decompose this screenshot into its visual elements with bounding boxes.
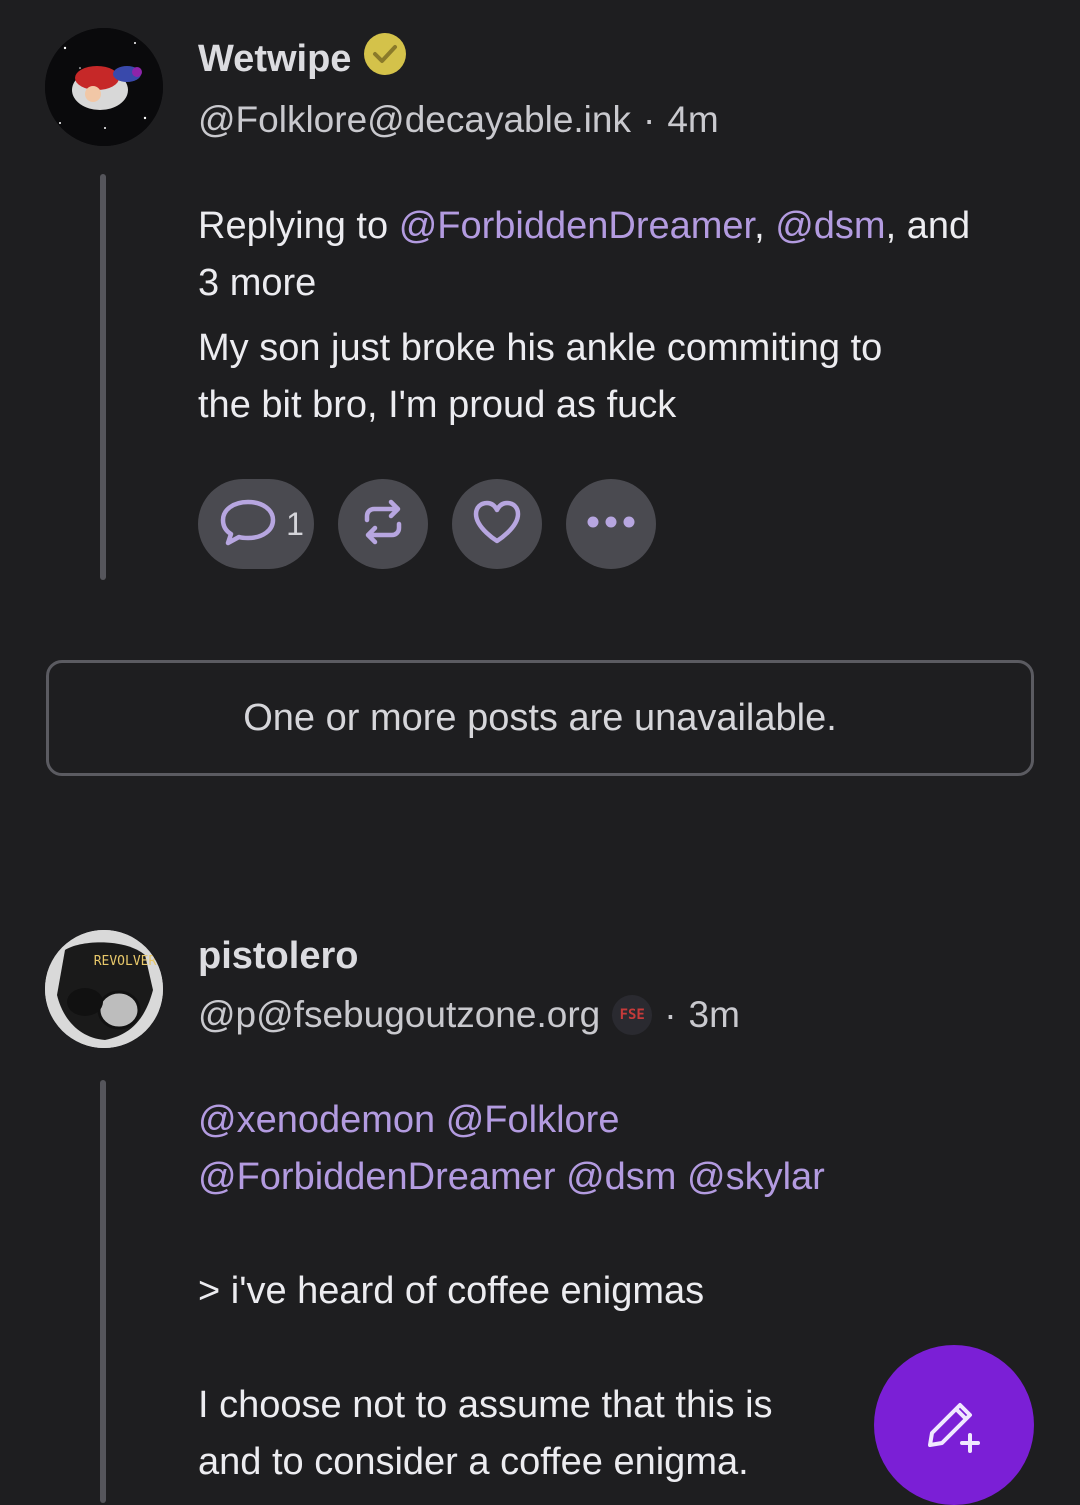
compose-button[interactable] bbox=[874, 1345, 1034, 1505]
quote-line: > i've heard of coffee enigmas bbox=[198, 1270, 705, 1312]
display-name[interactable]: Wetwipe bbox=[198, 38, 351, 81]
mention-link[interactable]: @skylar bbox=[687, 1156, 825, 1198]
display-name-row: Wetwipe bbox=[198, 32, 407, 86]
reply-count: 1 bbox=[286, 505, 304, 542]
reply-context: Replying to @ForbiddenDreamer, @dsm, and… bbox=[198, 198, 1048, 312]
post-text-line: I choose not to assume that this is bbox=[198, 1384, 773, 1426]
mention-link[interactable]: @xenodemon bbox=[198, 1099, 435, 1141]
comma: , bbox=[754, 205, 765, 247]
instance-badge-icon: FSE bbox=[612, 995, 653, 1035]
avatar-image bbox=[45, 28, 163, 146]
replying-prefix: Replying to bbox=[198, 205, 389, 247]
like-button[interactable] bbox=[452, 479, 542, 569]
user-handle[interactable]: @Folklore@decayable.ink bbox=[198, 99, 631, 141]
repost-icon bbox=[359, 498, 407, 551]
ellipsis-icon bbox=[586, 515, 636, 534]
post-wetwipe[interactable]: Wetwipe @Folklore@decayable.ink · 4m Rep… bbox=[0, 0, 1080, 600]
avatar-pistolero[interactable]: REVOLVER bbox=[45, 930, 163, 1048]
post-text-line: My son just broke his ankle commiting to bbox=[198, 327, 883, 369]
timestamp[interactable]: 3m bbox=[689, 994, 740, 1036]
thread-line bbox=[100, 174, 106, 580]
display-name[interactable]: pistolero bbox=[198, 935, 358, 978]
post-content: My son just broke his ankle commiting to… bbox=[198, 320, 1048, 434]
separator: · bbox=[642, 99, 656, 140]
comment-icon bbox=[218, 496, 278, 553]
display-name-row: pistolero bbox=[198, 935, 358, 978]
unavailable-text: One or more posts are unavailable. bbox=[243, 696, 837, 739]
more-mentions-link[interactable]: 3 more bbox=[198, 262, 316, 304]
repost-button[interactable] bbox=[338, 479, 428, 569]
thread-line bbox=[100, 1080, 106, 1503]
timestamp[interactable]: 4m bbox=[667, 99, 718, 141]
mention-link[interactable]: @ForbiddenDreamer bbox=[399, 205, 754, 247]
separator: · bbox=[664, 994, 677, 1035]
more-options-button[interactable] bbox=[566, 479, 656, 569]
and-text: , and bbox=[885, 205, 971, 247]
unavailable-posts-notice: One or more posts are unavailable. bbox=[46, 660, 1034, 776]
mention-link[interactable]: @dsm bbox=[775, 205, 885, 247]
pencil-plus-icon bbox=[922, 1391, 986, 1460]
reply-button[interactable]: 1 bbox=[198, 479, 314, 569]
post-text-line: and to consider a coffee enigma. bbox=[198, 1441, 749, 1483]
handle-row: @Folklore@decayable.ink · 4m bbox=[198, 99, 719, 141]
mention-link[interactable]: @Folklore bbox=[446, 1099, 620, 1141]
post-text-line: the bit bro, I'm proud as fuck bbox=[198, 384, 677, 426]
mention-link[interactable]: @dsm bbox=[566, 1156, 676, 1198]
post-actions: 1 bbox=[198, 479, 656, 569]
mention-link[interactable]: @ForbiddenDreamer bbox=[198, 1156, 556, 1198]
verified-check-icon bbox=[363, 32, 407, 86]
avatar-wetwipe[interactable] bbox=[45, 28, 163, 146]
heart-icon bbox=[471, 498, 523, 551]
avatar-image: REVOLVER bbox=[45, 930, 163, 1048]
user-handle[interactable]: @p@fsebugoutzone.org bbox=[198, 994, 600, 1036]
handle-row: @p@fsebugoutzone.org FSE · 3m bbox=[198, 994, 740, 1036]
avatar-text: REVOLVER bbox=[94, 954, 157, 969]
